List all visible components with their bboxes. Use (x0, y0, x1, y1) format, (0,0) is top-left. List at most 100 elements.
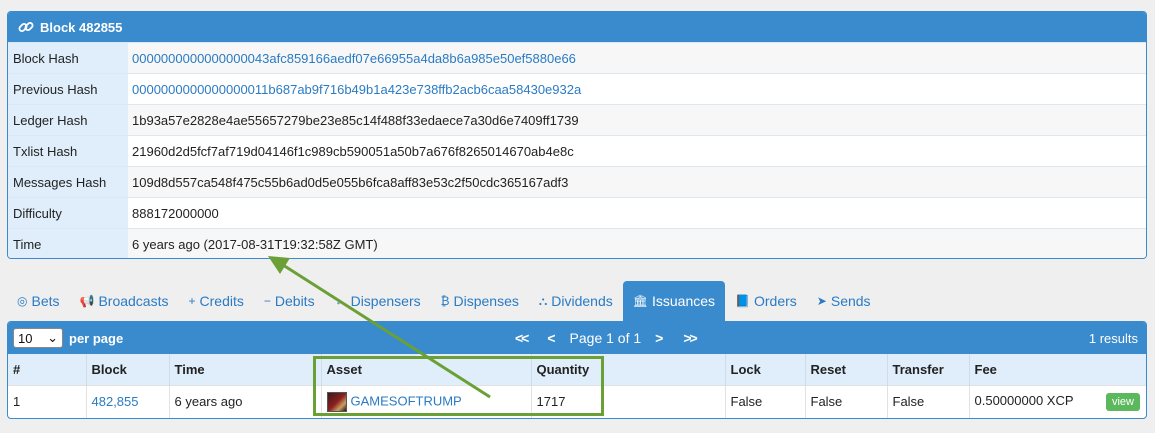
block-info-value-cell: 109d8d557ca548f475c55b6ad0d5e055b6fca8af… (128, 167, 1146, 197)
tab-label: Bets (31, 293, 60, 309)
last-page-button[interactable]: >> (683, 330, 697, 346)
per-page-label: per page (69, 330, 124, 346)
block-info-row: Txlist Hash 21960d2d5fcf7af719d04146f1c98… (8, 135, 1146, 166)
block-info-value-cell: 6 years ago (2017-08-31T19:32:58Z GMT) (128, 229, 1146, 258)
send-icon: ➤ (816, 294, 827, 308)
transfer-cell: False (892, 394, 925, 410)
column-header: Asset (321, 354, 532, 385)
tab-label: Dispenses (453, 293, 519, 309)
block-info-label: Time (8, 229, 128, 258)
block-info-row: Difficulty 888172000000 (8, 197, 1146, 228)
tab-bar: ◎ Bets 📢 Broadcasts + Credits − Debits ↔ Dispense… (7, 281, 881, 321)
tab-label: Dispensers (350, 293, 421, 309)
bullseye-icon: ◎ (17, 294, 28, 308)
block-info-value-cell: 1b93a57e2828e4ae55657279be23e85c14f488f3… (128, 105, 1146, 135)
block-info-row: Previous Hash 0000000000000000011b687ab9f… (8, 73, 1146, 104)
bank-icon: 🏛 (632, 294, 648, 308)
tab-label: Issuances (652, 293, 716, 309)
tab-sends[interactable]: ➤ Sends (807, 281, 881, 321)
tab-label: Dividends (551, 293, 613, 309)
block-info-row: Ledger Hash 1b93a57e2828e4ae55657279be23e… (8, 104, 1146, 135)
tab-broadcasts[interactable]: 📢 Broadcasts (70, 281, 179, 321)
column-header: Fee (969, 354, 1146, 385)
sitemap-icon: ⛬ (538, 293, 548, 308)
tab-orders[interactable]: 📘 Orders (725, 281, 807, 321)
block-info-value-link[interactable]: 0000000000000000043afc859166aedf07e66955… (132, 51, 576, 66)
results-count: 1 results (1088, 330, 1138, 346)
block-info-row: Block Hash 0000000000000000043afc859166ae… (8, 42, 1146, 73)
minus-icon: − (263, 294, 271, 308)
block-info-value: 21960d2d5fcf7af719d04146f1c989cb590051a5… (132, 143, 574, 159)
quantity-cell: 1717 (536, 394, 566, 410)
bitcoin-icon: ₿ (440, 294, 450, 308)
column-header: Reset (805, 354, 888, 385)
block-info-value: 6 years ago (2017-08-31T19:32:58Z GMT) (132, 236, 378, 252)
column-header: Time (169, 354, 322, 385)
issuances-table: # Block Time Asset Quantity Lock Reset Transfer… (8, 354, 1146, 418)
asset-link[interactable]: GAMESOFTRUMP (351, 393, 462, 408)
block-title: Block 482855 (40, 19, 123, 35)
view-button[interactable]: view (1105, 392, 1140, 411)
column-header: Block (86, 354, 170, 385)
block-info-label: Block Hash (8, 43, 128, 73)
block-info-value: 1b93a57e2828e4ae55657279be23e85c14f488f3… (132, 112, 579, 128)
first-page-button[interactable]: << (515, 330, 529, 346)
row-number-cell: 1 (13, 394, 21, 410)
block-info-value-link[interactable]: 0000000000000000011b687ab9f716b49b1a423e… (132, 82, 581, 97)
block-info-value: 109d8d557ca548f475c55b6ad0d5e055b6fca8af… (132, 174, 569, 190)
book-icon: 📘 (735, 294, 750, 308)
block-column-cell: 482,855 (86, 384, 170, 418)
asset-thumbnail-image (326, 391, 347, 412)
tab-dispensers[interactable]: ↔ Dispensers (325, 281, 431, 321)
time-cell: 6 years ago (174, 394, 243, 410)
results-panel-header: 10 ⌄ per page << < Page 1 of 1 > >> 1 re… (8, 322, 1146, 354)
block-info-label: Ledger Hash (8, 105, 128, 135)
block-info-label: Messages Hash (8, 167, 128, 197)
per-page-value: 10 (18, 330, 33, 346)
tab-label: Orders (754, 293, 797, 309)
table-header-row: # Block Time Asset Quantity Lock Reset Transfer… (8, 354, 1146, 385)
reset-column-cell: False (805, 384, 888, 418)
block-info-row: Time 6 years ago (2017-08-31T19:32:58Z GM… (8, 228, 1146, 258)
per-page-select[interactable]: 10 ⌄ (13, 328, 63, 348)
block-info-rows: Block Hash 0000000000000000043afc859166ae… (8, 42, 1146, 258)
tab-bets[interactable]: ◎ Bets (7, 281, 70, 321)
quantity-column-cell: 1717 (531, 384, 726, 418)
block-info-value: 888172000000 (132, 205, 219, 221)
tab-issuances[interactable]: 🏛 Issuances (622, 281, 726, 321)
column-header: Quantity (531, 354, 726, 385)
tab-dispenses[interactable]: ₿ Dispenses (431, 281, 529, 321)
plus-icon: + (188, 294, 196, 308)
column-header: Lock (725, 354, 806, 385)
bullhorn-icon: 📢 (79, 294, 95, 308)
block-info-value-cell: 21960d2d5fcf7af719d04146f1c989cb590051a5… (128, 136, 1146, 166)
results-panel: 10 ⌄ per page << < Page 1 of 1 > >> 1 re… (7, 321, 1147, 419)
reset-cell: False (810, 394, 843, 410)
next-page-button[interactable]: > (655, 330, 663, 346)
num-column-cell: 1 (8, 384, 87, 418)
fee-cell: 0.50000000 XCP (974, 392, 1074, 408)
tab-label: Broadcasts (98, 293, 169, 309)
tab-dividends[interactable]: ⛬ Dividends (529, 281, 623, 321)
fee-column-cell: 0.50000000 XCP view (969, 384, 1146, 418)
tab-debits[interactable]: − Debits (254, 281, 325, 321)
asset-column-cell: GAMESOFTRUMP (321, 384, 532, 418)
page-indicator: Page 1 of 1 (569, 330, 642, 346)
chain-link-icon (18, 22, 34, 32)
block-info-label: Txlist Hash (8, 136, 128, 166)
block-info-label: Previous Hash (8, 74, 128, 104)
prev-page-button[interactable]: < (547, 330, 555, 346)
pagination: << < Page 1 of 1 > >> (505, 322, 706, 354)
block-info-panel: Block 482855 Block Hash 00000000000000000… (7, 11, 1147, 259)
lock-column-cell: False (725, 384, 806, 418)
chevron-down-icon: ⌄ (47, 330, 58, 345)
block-info-value-cell: 888172000000 (128, 198, 1146, 228)
block-info-value-cell: 0000000000000000043afc859166aedf07e66955… (128, 43, 1146, 73)
block-panel-header: Block 482855 (8, 12, 1146, 42)
tab-credits[interactable]: + Credits (179, 281, 254, 321)
arrows-horizontal-icon: ↔ (334, 294, 347, 308)
block-link[interactable]: 482,855 (92, 394, 139, 409)
table-row: 1 482,855 6 years ago GAMESOFTRUMP 1717 False… (8, 384, 1146, 418)
table-body: 1 482,855 6 years ago GAMESOFTRUMP 1717 False… (8, 384, 1146, 418)
lock-cell: False (730, 394, 763, 410)
